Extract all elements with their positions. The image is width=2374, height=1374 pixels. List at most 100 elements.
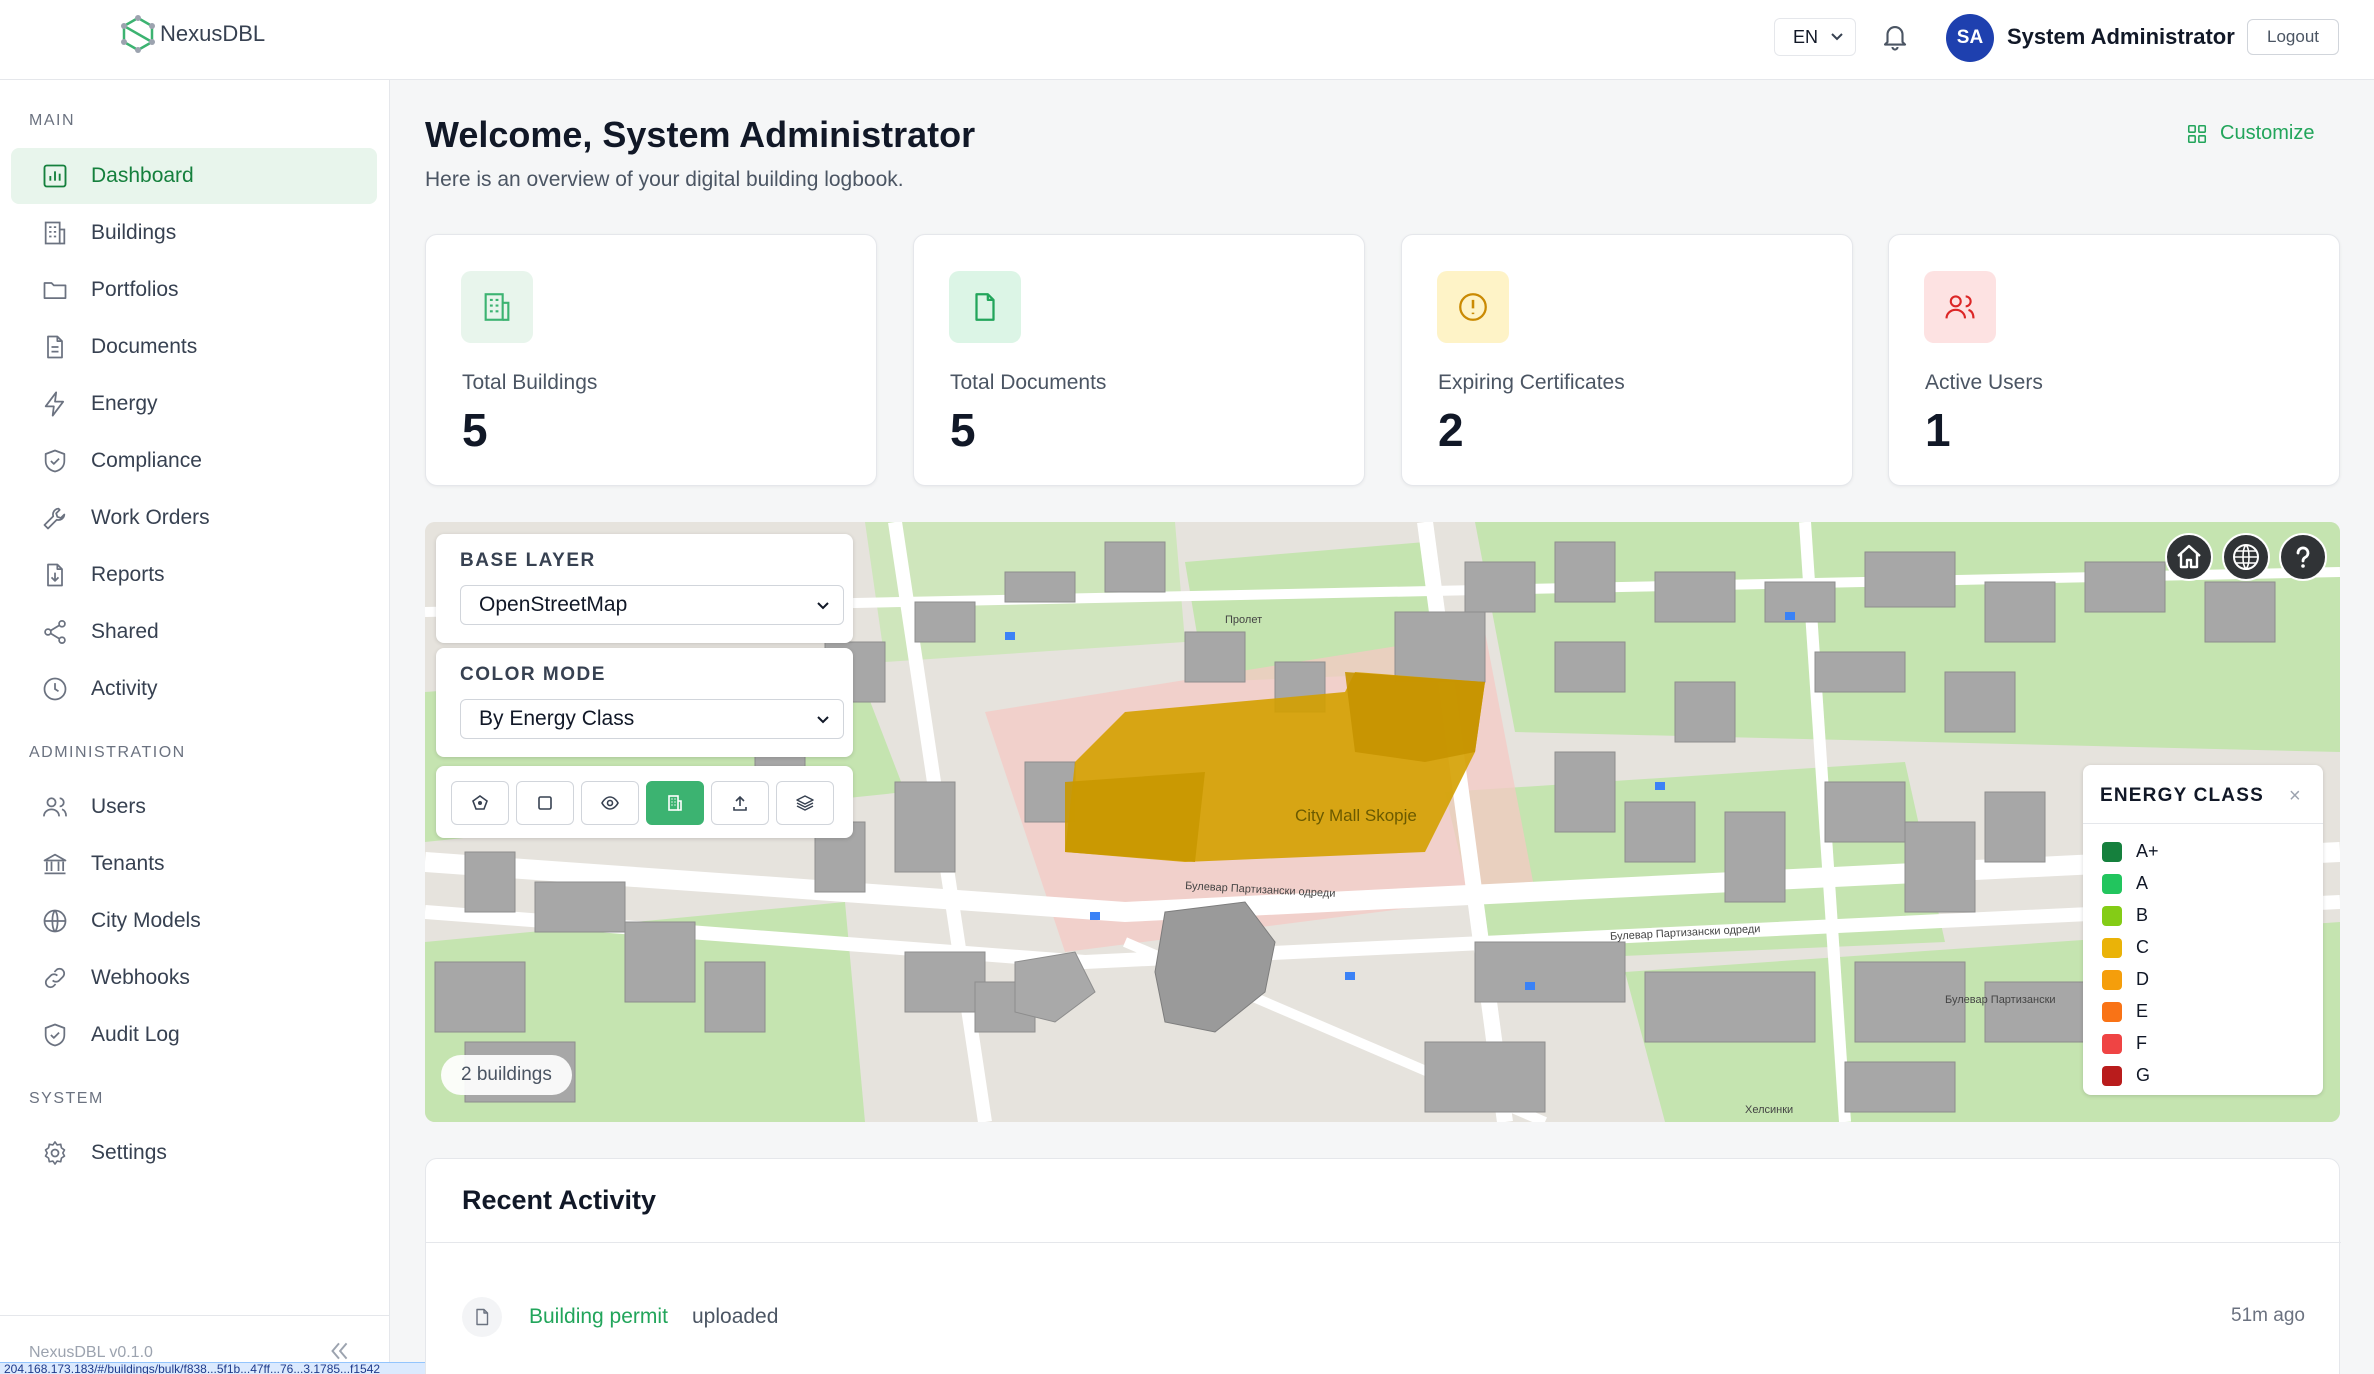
scene-mode-button[interactable] [2222,533,2270,581]
sidebar-item-work-orders[interactable]: Work Orders [11,490,377,546]
sidebar-item-documents[interactable]: Documents [11,319,377,375]
alert-circle-icon [1459,293,1487,321]
bell-icon[interactable] [1880,22,1910,52]
activity-entity-link[interactable]: Building permit [529,1305,668,1329]
sidebar-item-label: Settings [91,1141,167,1164]
sidebar-item-city-models[interactable]: City Models [11,893,377,949]
sidebar: MAIN Dashboard Buildings Portfolios Docu… [0,80,390,1374]
grid-icon [2187,124,2207,143]
document-icon [975,293,995,321]
upload-model-button[interactable] [711,781,769,825]
home-icon [2177,544,2201,569]
stat-label: Total Documents [950,371,1107,394]
color-mode-select[interactable]: By Energy Class [460,699,844,739]
globe-icon [2233,544,2259,570]
share-icon [44,620,66,644]
document-icon [476,1308,489,1326]
upload-icon [733,795,747,811]
sidebar-item-label: Tenants [91,852,165,875]
stat-card-total-documents[interactable]: Total Documents 5 [913,234,1365,486]
legend-label: F [2136,1033,2147,1053]
color-mode-label: COLOR MODE [460,664,606,685]
stat-card-active-users[interactable]: Active Users 1 [1888,234,2340,486]
base-layer-label: BASE LAYER [460,550,596,571]
activity-item: Building permit uploaded 51m ago [462,1297,2305,1337]
app-version: NexusDBL v0.1.0 [29,1344,153,1361]
sidebar-item-portfolios[interactable]: Portfolios [11,262,377,318]
visibility-button[interactable] [581,781,639,825]
sidebar-item-settings[interactable]: Settings [11,1125,377,1181]
layers-button[interactable] [776,781,834,825]
sidebar-item-webhooks[interactable]: Webhooks [11,950,377,1006]
sidebar-item-users[interactable]: Users [11,779,377,835]
building-icon [668,795,682,811]
user-name[interactable]: System Administrator [2007,24,2235,50]
chevron-down-icon [817,716,829,724]
logout-button[interactable]: Logout [2247,19,2339,55]
sidebar-item-label: Compliance [91,449,202,472]
sidebar-item-buildings[interactable]: Buildings [11,205,377,261]
stat-card-expiring-certificates[interactable]: Expiring Certificates 2 [1401,234,1853,486]
map-label-city-mall: City Mall Skopje [1295,806,1417,825]
home-view-button[interactable] [2165,533,2213,581]
stat-icon-box [1437,271,1509,343]
building-count-badge: 2 buildings [441,1055,572,1095]
stat-card-total-buildings[interactable]: Total Buildings 5 [425,234,877,486]
recent-activity-title: Recent Activity [462,1185,657,1215]
sidebar-item-label: Work Orders [91,506,210,529]
legend-label: C [2136,937,2149,957]
legend-item-g: G [2102,1065,2150,1086]
section-label-system: SYSTEM [29,1090,104,1107]
legend-item-a-plus: A+ [2102,841,2159,862]
energy-class-legend: ENERGY CLASS × A+ A B C D E F G [2083,765,2323,1095]
sidebar-item-reports[interactable]: Reports [11,547,377,603]
stat-label: Expiring Certificates [1438,371,1625,394]
map-toolbar [436,766,853,838]
sidebar-item-compliance[interactable]: Compliance [11,433,377,489]
stat-icon-box [1924,271,1996,343]
sidebar-divider [0,1315,390,1316]
section-label-main: MAIN [29,112,75,129]
sidebar-item-shared[interactable]: Shared [11,604,377,660]
help-button[interactable] [2279,533,2327,581]
buildings-layer-button[interactable] [646,781,704,825]
legend-item-f: F [2102,1033,2147,1054]
chevron-down-icon [817,602,829,610]
base-layer-select[interactable]: OpenStreetMap [460,585,844,625]
chevron-down-icon [1831,33,1843,41]
rectangle-select-button[interactable] [516,781,574,825]
customize-button[interactable]: Customize [2186,122,2314,145]
stat-value: 2 [1438,404,1464,456]
page-subtitle: Here is an overview of your digital buil… [425,168,904,191]
sidebar-item-dashboard[interactable]: Dashboard [11,148,377,204]
document-icon [47,335,63,359]
polygon-draw-button[interactable] [451,781,509,825]
color-mode-panel: COLOR MODE By Energy Class [436,648,853,757]
clock-icon [43,677,67,701]
sidebar-item-activity[interactable]: Activity [11,661,377,717]
stat-value: 5 [950,404,976,456]
legend-swatch [2102,1065,2122,1086]
activity-icon-box [462,1297,502,1337]
stat-icon-box [949,271,1021,343]
wrench-icon [43,507,66,530]
legend-close-button[interactable]: × [2289,785,2301,808]
sidebar-item-tenants[interactable]: Tenants [11,836,377,892]
chart-bar-icon [43,164,67,188]
sidebar-item-audit-log[interactable]: Audit Log [11,1007,377,1063]
sidebar-item-label: Buildings [91,221,177,244]
sidebar-item-label: Webhooks [91,966,190,989]
stat-icon-box [461,271,533,343]
legend-label: A+ [2136,841,2159,861]
folder-icon [43,282,67,300]
users-icon [43,797,67,817]
collapse-sidebar-icon[interactable] [326,1338,352,1364]
language-select[interactable]: EN [1774,18,1856,56]
legend-item-e: E [2102,1001,2148,1022]
user-avatar[interactable]: SA [1946,14,1994,62]
city-3d-map[interactable]: BASE LAYER OpenStreetMap COLOR MODE By E… [425,522,2340,1122]
base-layer-value: OpenStreetMap [479,593,628,616]
brand-logo[interactable]: NexusDBL [118,14,265,54]
sidebar-item-energy[interactable]: Energy [11,376,377,432]
legend-swatch [2102,905,2122,926]
